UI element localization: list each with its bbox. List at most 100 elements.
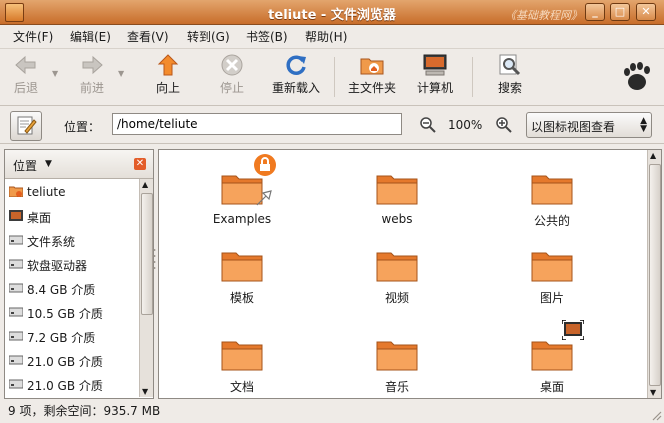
back-history-chevron-icon[interactable]: ▼ — [52, 69, 58, 78]
view-mode-select[interactable]: 以图标视图查看 ▲ ▼ — [526, 112, 652, 138]
location-bar: 位置： 100% 以图标视图查看 ▲▼ — [0, 105, 664, 144]
sidebar-item-home[interactable]: teliute — [5, 180, 139, 204]
view-mode-value: 以图标视图查看 — [531, 120, 616, 134]
search-label: 搜索 — [497, 81, 522, 95]
menu-bookmarks[interactable]: 书签(B) — [246, 28, 288, 45]
file-item-music[interactable]: 音乐 — [337, 336, 457, 395]
toolbar-separator — [472, 57, 473, 97]
zoom-out-icon[interactable] — [420, 117, 436, 133]
sidebar-item-label: 文件系统 — [27, 235, 76, 249]
file-item-webs[interactable]: webs — [337, 170, 457, 226]
lock-emblem-icon — [254, 154, 276, 176]
scroll-up-icon[interactable]: ▲ — [142, 180, 148, 189]
back-button[interactable]: 后退 — [6, 53, 46, 101]
folder-icon — [531, 252, 573, 282]
chevron-down-icon: ▼ — [45, 159, 52, 169]
file-view-scroll-thumb[interactable] — [649, 164, 661, 386]
sidebar-item-volume[interactable]: 7.2 GB 介质 — [5, 324, 139, 348]
home-folder-label: 主文件夹 — [347, 81, 396, 95]
file-name: 音乐 — [384, 380, 409, 394]
file-item-templates[interactable]: 模板 — [182, 247, 302, 306]
search-button[interactable]: 搜索 — [490, 53, 530, 101]
folder-icon — [221, 252, 263, 282]
sidebar-item-filesystem[interactable]: 文件系统 — [5, 228, 139, 252]
sidebar-item-volume[interactable]: 8.4 GB 介质 — [5, 276, 139, 300]
sidebar-item-label: 21.0 GB 介质 — [27, 355, 103, 369]
forward-button[interactable]: 前进 — [72, 53, 112, 101]
menu-edit[interactable]: 编辑(E) — [70, 28, 111, 45]
sidebar-item-label: 软盘驱动器 — [27, 259, 88, 273]
file-view-scrollbar[interactable]: ▲ ▼ — [647, 150, 661, 398]
desktop-icon — [9, 210, 23, 221]
status-bar: 9 项，剩余空间：935.7 MB — [0, 399, 664, 423]
file-name: 图片 — [539, 291, 564, 305]
drive-icon — [9, 307, 23, 317]
forward-history-chevron-icon[interactable]: ▼ — [118, 69, 124, 78]
up-button[interactable]: 向上 — [148, 53, 188, 101]
location-edit-toggle-button[interactable] — [10, 111, 42, 141]
desktop-emblem-icon — [562, 320, 584, 340]
file-view: Examples webs 公共的 模板 视频 图片 文档 音乐 桌面 ▲ ▼ — [158, 149, 662, 399]
file-name: 公共的 — [533, 214, 570, 228]
menu-go[interactable]: 转到(G) — [187, 28, 230, 45]
file-name: webs — [381, 212, 413, 226]
drive-icon — [9, 355, 23, 365]
menu-help[interactable]: 帮助(H) — [305, 28, 347, 45]
reload-label: 重新载入 — [271, 81, 320, 95]
file-item-documents[interactable]: 文档 — [182, 336, 302, 395]
back-arrow-icon — [15, 55, 36, 75]
folder-icon — [376, 341, 418, 371]
search-icon — [499, 54, 521, 76]
file-item-examples[interactable]: Examples — [182, 154, 302, 226]
title-bar[interactable]: teliute - 文件浏览器 《基础教程网》 _ □ ✕ — [0, 0, 664, 25]
sidebar-header[interactable]: 位置 ▼ ✕ — [5, 150, 153, 179]
folder-icon — [531, 341, 573, 371]
drive-icon — [9, 235, 23, 245]
drive-icon — [9, 283, 23, 293]
sidebar-scrollbar[interactable]: ▲ ▼ — [139, 179, 153, 397]
sidebar-item-desktop[interactable]: 桌面 — [5, 204, 139, 228]
file-item-public[interactable]: 公共的 — [492, 170, 612, 229]
sidebar-item-volume[interactable]: 21.0 GB 介质 — [5, 372, 139, 396]
resize-grip-icon[interactable] — [650, 409, 662, 421]
close-button[interactable]: ✕ — [636, 3, 656, 21]
up-label: 向上 — [155, 81, 180, 95]
computer-button[interactable]: 计算机 — [412, 53, 458, 101]
file-item-desktop[interactable]: 桌面 — [492, 320, 612, 395]
sidebar-item-floppy[interactable]: 软盘驱动器 — [5, 252, 139, 276]
menu-bar: 文件(F) 编辑(E) 查看(V) 转到(G) 书签(B) 帮助(H) — [0, 25, 664, 47]
stop-button[interactable]: 停止 — [212, 53, 252, 101]
stop-icon — [221, 54, 243, 76]
file-name: 视频 — [384, 291, 409, 305]
scroll-down-icon[interactable]: ▼ — [650, 388, 656, 397]
scroll-up-icon[interactable]: ▲ — [650, 151, 656, 160]
location-path-input[interactable] — [112, 113, 402, 135]
status-text: 9 项，剩余空间：935.7 MB — [8, 404, 161, 418]
minimize-button[interactable]: _ — [585, 3, 605, 21]
menu-view[interactable]: 查看(V) — [127, 28, 169, 45]
sidebar-scroll-thumb[interactable] — [141, 193, 153, 315]
zoom-level[interactable]: 100% — [448, 118, 482, 132]
reload-button[interactable]: 重新载入 — [266, 53, 326, 101]
drive-icon — [9, 379, 23, 389]
sidebar-item-volume[interactable]: 10.5 GB 介质 — [5, 300, 139, 324]
sidebar-close-button[interactable]: ✕ — [134, 158, 146, 170]
reload-icon — [286, 55, 306, 75]
pane-splitter-handle[interactable] — [153, 240, 156, 280]
maximize-button[interactable]: □ — [610, 3, 630, 21]
folder-icon — [531, 175, 573, 205]
scroll-down-icon[interactable]: ▼ — [142, 387, 148, 396]
file-item-pictures[interactable]: 图片 — [492, 247, 612, 306]
sidebar-item-volume[interactable]: 21.0 GB 介质 — [5, 348, 139, 372]
drive-icon — [9, 331, 23, 341]
file-item-videos[interactable]: 视频 — [337, 247, 457, 306]
sidebar-item-label: 桌面 — [27, 211, 52, 225]
sidebar-list: teliute 桌面 文件系统 软盘驱动器 8.4 GB 介质 10.5 GB … — [5, 180, 139, 398]
sidebar-item-label: teliute — [27, 185, 66, 199]
stop-label: 停止 — [219, 81, 244, 95]
drive-icon — [9, 259, 23, 269]
zoom-in-icon[interactable] — [496, 117, 512, 133]
computer-icon — [423, 54, 447, 76]
home-folder-button[interactable]: 主文件夹 — [342, 53, 402, 101]
menu-file[interactable]: 文件(F) — [13, 28, 53, 45]
